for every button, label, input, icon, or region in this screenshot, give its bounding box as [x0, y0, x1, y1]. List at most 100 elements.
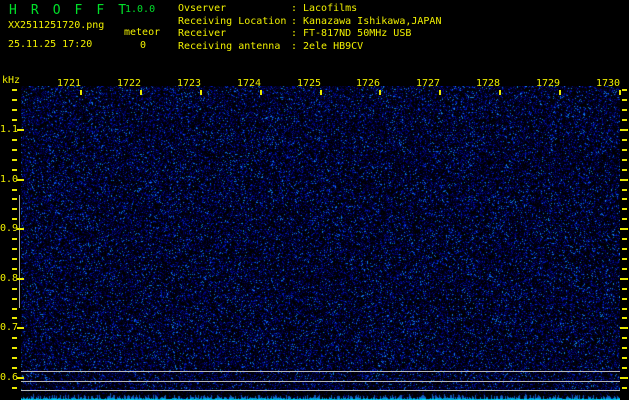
info-row: Receiving antenna:2ele HB9CV — [178, 41, 441, 54]
y-axis-unit-label: kHz — [2, 75, 20, 86]
y-major-tick — [17, 129, 24, 131]
y-minor-tick — [12, 99, 17, 101]
y-minor-tick — [622, 89, 627, 91]
x-time-label: 1722 — [105, 79, 153, 89]
x-time-label: 1730 — [584, 79, 629, 89]
info-label: Receiving antenna — [178, 41, 291, 54]
hrofft-window: H R O F F T 1.0.0 XX2511251720.png meteo… — [0, 0, 629, 400]
y-minor-tick — [12, 298, 17, 300]
app-title: H R O F F T — [9, 3, 129, 18]
reference-line — [21, 371, 620, 372]
y-minor-tick — [622, 169, 627, 171]
y-minor-tick — [12, 238, 17, 240]
y-tick-label: 0.9 — [0, 224, 17, 234]
y-minor-tick — [12, 198, 17, 200]
y-minor-tick — [622, 119, 627, 121]
y-minor-tick — [622, 208, 627, 210]
y-minor-tick — [12, 119, 17, 121]
y-major-tick — [17, 327, 24, 329]
y-minor-tick — [12, 109, 17, 111]
x-minute-tick — [200, 90, 202, 95]
echo-count: 0 — [140, 40, 146, 51]
y-major-tick — [620, 327, 628, 329]
y-minor-tick — [622, 139, 627, 141]
x-minute-tick — [140, 90, 142, 95]
info-value: Kanazawa Ishikawa,JAPAN — [303, 16, 441, 27]
y-minor-tick — [622, 337, 627, 339]
x-time-label: 1721 — [45, 79, 93, 89]
y-minor-tick — [12, 387, 17, 389]
x-minute-tick — [379, 90, 381, 95]
x-minute-tick — [439, 90, 441, 95]
x-time-label: 1723 — [165, 79, 213, 89]
x-time-label: 1726 — [344, 79, 392, 89]
y-tick-label: 0.6 — [0, 373, 17, 383]
x-time-label: 1725 — [285, 79, 333, 89]
y-minor-tick — [622, 288, 627, 290]
info-row: Receiving Location:Kanazawa Ishikawa,JAP… — [178, 16, 441, 29]
y-minor-tick — [12, 189, 17, 191]
x-minute-tick — [499, 90, 501, 95]
x-time-label: 1729 — [524, 79, 572, 89]
y-minor-tick — [12, 139, 17, 141]
y-minor-tick — [622, 357, 627, 359]
info-value: Lacofilms — [303, 3, 357, 14]
observer-info-block: Ovserver:LacofilmsReceiving Location:Kan… — [178, 3, 441, 53]
y-minor-tick — [622, 268, 627, 270]
y-minor-tick — [622, 387, 627, 389]
y-major-tick — [17, 228, 24, 230]
x-minute-tick — [80, 90, 82, 95]
y-major-tick — [17, 278, 24, 280]
info-value: FT-817ND 50MHz USB — [303, 28, 411, 39]
y-minor-tick — [12, 89, 17, 91]
timestamp: 25.11.25 17:20 — [8, 39, 92, 50]
y-major-tick — [17, 377, 24, 379]
mode-label: meteor — [124, 27, 160, 38]
x-time-label: 1727 — [404, 79, 452, 89]
x-time-label: 1728 — [464, 79, 512, 89]
y-minor-tick — [622, 317, 627, 319]
y-minor-tick — [12, 347, 17, 349]
y-minor-tick — [622, 218, 627, 220]
info-separator: : — [291, 16, 303, 29]
info-label: Receiver — [178, 28, 291, 41]
info-value: 2ele HB9CV — [303, 41, 363, 52]
info-label: Receiving Location — [178, 16, 291, 29]
y-minor-tick — [622, 149, 627, 151]
x-time-label: 1724 — [225, 79, 273, 89]
y-minor-tick — [622, 159, 627, 161]
info-separator: : — [291, 41, 303, 54]
y-minor-tick — [622, 109, 627, 111]
y-minor-tick — [622, 298, 627, 300]
y-minor-tick — [12, 268, 17, 270]
y-minor-tick — [622, 189, 627, 191]
y-minor-tick — [12, 258, 17, 260]
y-minor-tick — [12, 367, 17, 369]
y-tick-label: 1.0 — [0, 175, 17, 185]
y-minor-tick — [622, 367, 627, 369]
y-tick-label: 0.7 — [0, 323, 17, 333]
y-minor-tick — [12, 169, 17, 171]
y-minor-tick — [12, 159, 17, 161]
reference-line — [21, 381, 620, 382]
x-minute-tick — [320, 90, 322, 95]
y-minor-tick — [622, 308, 627, 310]
info-separator: : — [291, 3, 303, 16]
y-minor-tick — [622, 198, 627, 200]
info-label: Ovserver — [178, 3, 291, 16]
y-minor-tick — [12, 308, 17, 310]
y-minor-tick — [12, 208, 17, 210]
y-minor-tick — [12, 317, 17, 319]
info-separator: : — [291, 28, 303, 41]
y-minor-tick — [622, 238, 627, 240]
y-major-tick — [620, 179, 628, 181]
spectrogram-canvas — [21, 86, 620, 400]
x-minute-tick — [619, 90, 621, 95]
y-major-tick — [620, 228, 628, 230]
y-minor-tick — [12, 248, 17, 250]
y-minor-tick — [622, 347, 627, 349]
app-version: 1.0.0 — [125, 4, 155, 15]
y-minor-tick — [12, 337, 17, 339]
y-minor-tick — [12, 149, 17, 151]
info-row: Ovserver:Lacofilms — [178, 3, 441, 16]
